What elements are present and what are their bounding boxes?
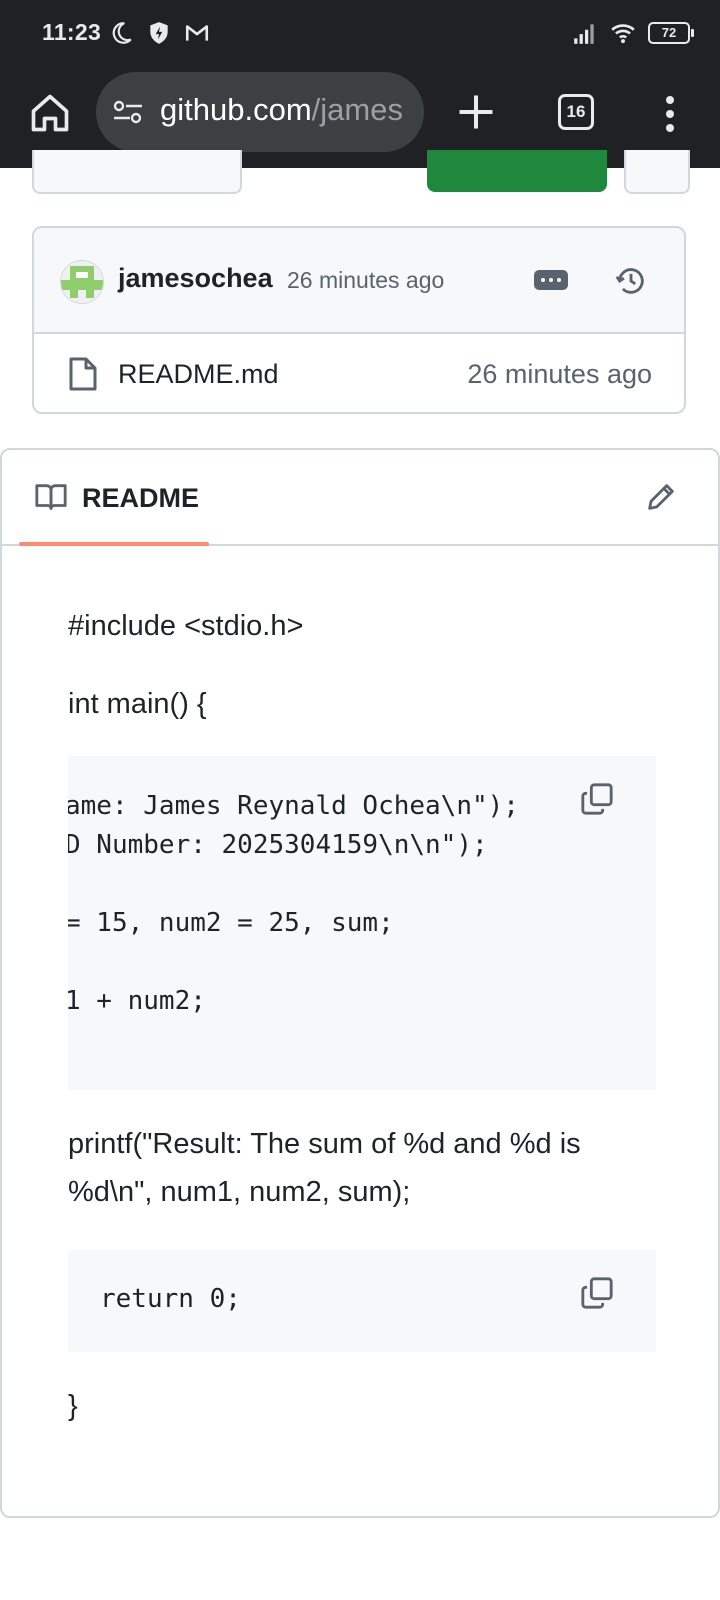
identicon-icon (61, 261, 103, 303)
wifi-icon (611, 24, 635, 44)
url-text[interactable]: github.com/james (160, 92, 403, 128)
readme-paragraph: #include <stdio.h> (68, 610, 304, 642)
home-icon[interactable] (28, 91, 72, 135)
file-commit-time: 26 minutes ago (467, 359, 652, 389)
code-block[interactable]: return 0; (68, 1250, 656, 1352)
shield-icon (150, 22, 168, 44)
code-content: ame: James Reynald Ochea\n"); D Number: 2… (68, 787, 519, 1021)
status-bar: 11:23 72 (0, 0, 720, 70)
file-list-box: jamesochea 26 minutes ago README.md 26 m… (32, 226, 686, 414)
battery-indicator: 72 (648, 22, 694, 44)
code-line: 1 + num2; (68, 986, 206, 1016)
code-content: return 0; (100, 1280, 241, 1319)
active-tab-indicator (19, 542, 209, 546)
gmail-icon (185, 25, 209, 41)
readme-paragraph: printf("Result: The sum of %d and %d is (68, 1128, 581, 1160)
code-block[interactable]: ame: James Reynald Ochea\n"); D Number: 2… (68, 756, 656, 1090)
file-icon (69, 357, 97, 391)
code-line: ame: James Reynald Ochea\n"); (68, 791, 519, 821)
history-icon[interactable] (614, 264, 648, 298)
readme-panel: README #include <stdio.h> int main() { a… (0, 448, 720, 1518)
copy-icon[interactable] (580, 782, 614, 816)
url-path: /james (311, 92, 403, 127)
readme-paragraph: int main() { (68, 688, 207, 720)
file-row[interactable]: README.md 26 minutes ago (34, 334, 684, 412)
commit-author-link[interactable]: jamesochea (118, 263, 273, 294)
readme-tab-bar: README (2, 450, 718, 546)
signal-icon (574, 24, 594, 44)
latest-commit-header: jamesochea 26 minutes ago (34, 228, 684, 334)
code-button[interactable] (427, 150, 607, 192)
code-line: = 15, num2 = 25, sum; (68, 908, 394, 938)
commit-time: 26 minutes ago (287, 267, 445, 293)
book-icon (35, 484, 67, 510)
tab-count: 16 (566, 102, 586, 121)
battery-level: 72 (661, 25, 677, 40)
site-settings-icon[interactable] (112, 98, 144, 126)
address-bar[interactable]: github.com/james (96, 72, 424, 152)
commit-message-toggle-button[interactable] (534, 270, 568, 290)
more-vert-icon[interactable] (658, 92, 682, 136)
url-host: github.com (160, 92, 312, 127)
readme-paragraph: } (68, 1390, 78, 1422)
tab-readme[interactable]: README (82, 483, 199, 514)
tab-switcher-button[interactable]: 16 (558, 94, 594, 130)
copy-icon[interactable] (580, 1276, 614, 1310)
avatar[interactable] (60, 260, 104, 304)
pencil-edit-icon[interactable] (644, 480, 678, 514)
readme-paragraph: %d\n", num1, num2, sum); (68, 1176, 411, 1208)
code-line: return 0; (100, 1284, 241, 1314)
file-name-link[interactable]: README.md (118, 359, 279, 390)
new-tab-plus-icon[interactable] (454, 90, 498, 134)
code-line: D Number: 2025304159\n\n"); (68, 830, 488, 860)
branch-selector-button[interactable] (32, 150, 242, 194)
status-time: 11:23 (42, 19, 102, 45)
do-not-disturb-moon-icon (112, 22, 132, 44)
more-options-button[interactable] (624, 150, 690, 194)
